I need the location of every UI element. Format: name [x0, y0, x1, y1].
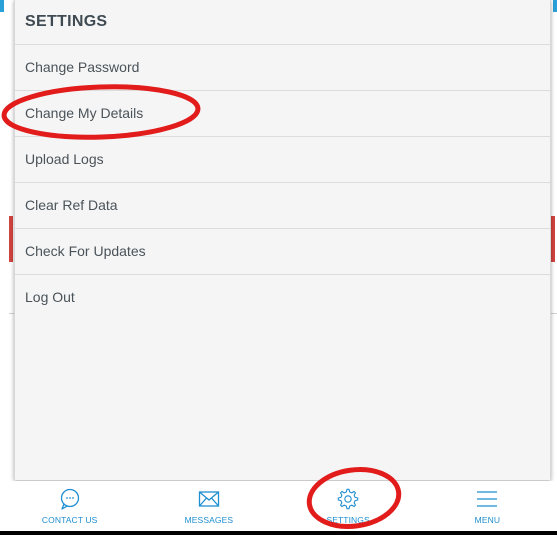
- upload-logs-item[interactable]: Upload Logs: [15, 137, 550, 183]
- change-password-item[interactable]: Change Password: [15, 45, 550, 91]
- background-accent-right: [553, 0, 557, 12]
- bottom-tab-bar: CONTACT US MESSAGES SETTINGS MENU: [0, 481, 557, 530]
- change-my-details-item[interactable]: Change My Details: [15, 91, 550, 137]
- tab-label-menu: MENU: [474, 515, 501, 525]
- background-row-marker-left: [9, 216, 13, 262]
- check-for-updates-item[interactable]: Check For Updates: [15, 229, 550, 275]
- tab-label-contact-us: CONTACT US: [41, 515, 98, 525]
- tab-settings[interactable]: SETTINGS: [279, 481, 418, 530]
- tab-contact-us[interactable]: CONTACT US: [0, 481, 139, 530]
- tab-label-settings: SETTINGS: [326, 515, 370, 525]
- background-accent-left: [0, 0, 4, 12]
- gear-icon: [337, 488, 359, 510]
- tab-menu[interactable]: MENU: [418, 481, 557, 530]
- settings-title: SETTINGS: [15, 0, 550, 45]
- envelope-icon: [198, 491, 220, 507]
- clear-ref-data-item[interactable]: Clear Ref Data: [15, 183, 550, 229]
- chat-bubble-icon: [60, 488, 79, 510]
- app-screen: SETTINGS Change Password Change My Detai…: [0, 0, 557, 535]
- hamburger-icon: [477, 491, 498, 507]
- log-out-item[interactable]: Log Out: [15, 275, 550, 320]
- system-bottom-bar: [0, 531, 557, 535]
- tab-messages[interactable]: MESSAGES: [139, 481, 278, 530]
- tab-label-messages: MESSAGES: [184, 515, 234, 525]
- settings-panel: SETTINGS Change Password Change My Detai…: [14, 0, 551, 480]
